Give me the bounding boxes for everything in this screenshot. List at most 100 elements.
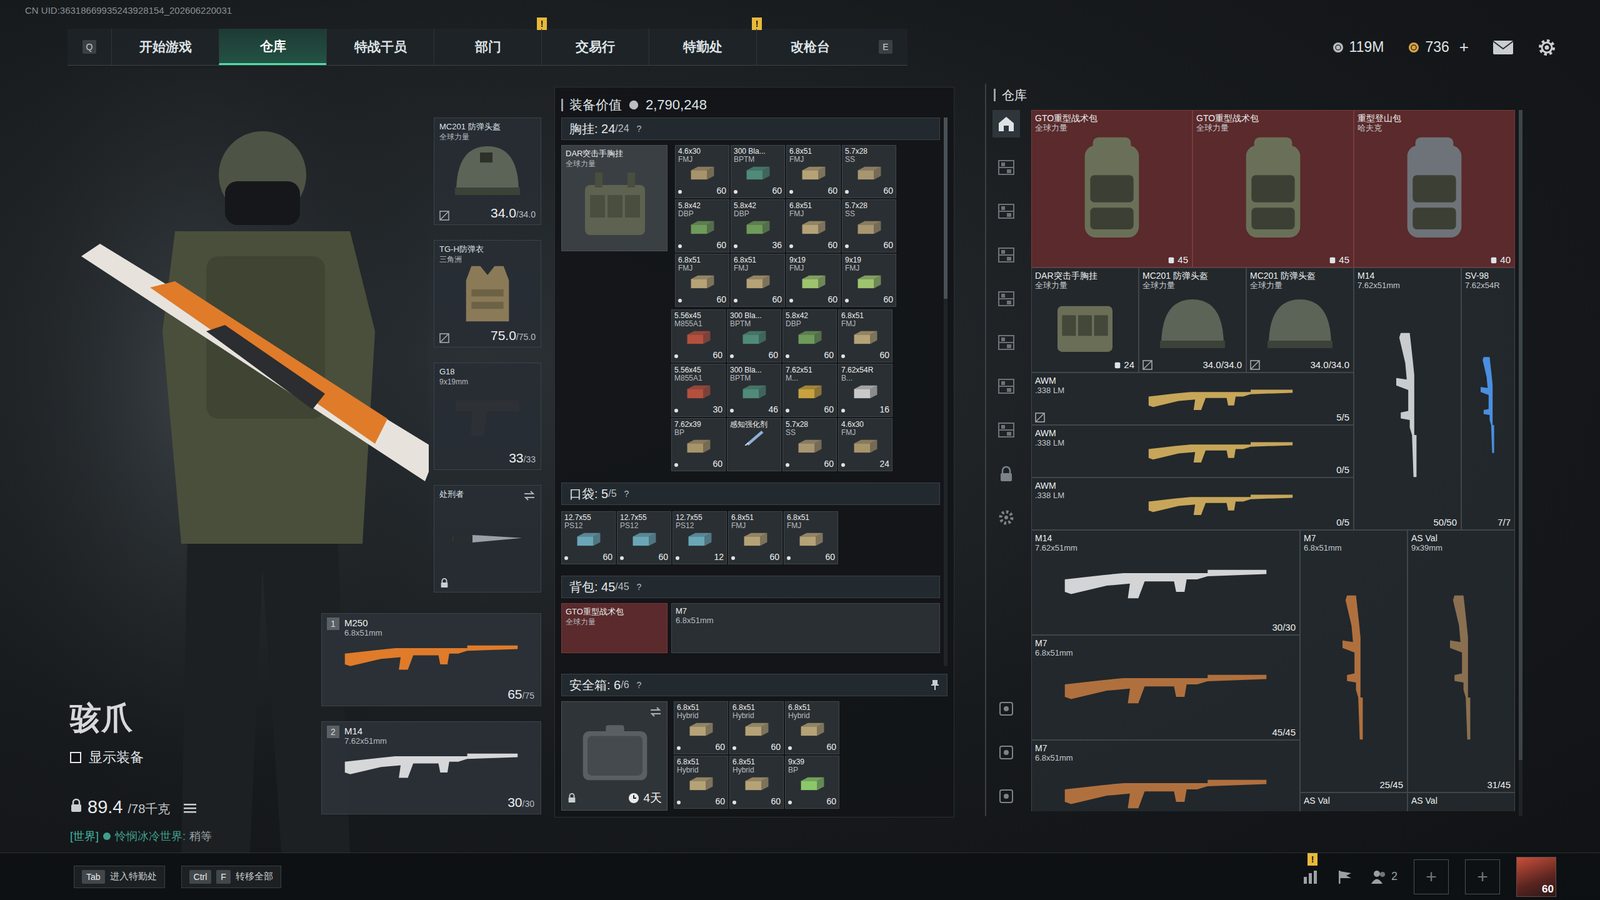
inventory-item[interactable]: 6.8x51Hybrid60 xyxy=(673,755,729,809)
inventory-item[interactable]: 5.7x28SS60 xyxy=(841,145,897,199)
weapon-slot[interactable]: 2M147.62x51mm30/30 xyxy=(321,721,542,815)
player-avatar[interactable]: 60 xyxy=(1516,856,1557,897)
list-icon[interactable] xyxy=(183,803,197,814)
warehouse-item[interactable]: AWM.338 LM5/5 xyxy=(1031,372,1354,425)
inventory-item[interactable]: 5.8x42DBP60 xyxy=(782,309,837,363)
warehouse-item[interactable]: GTO重型战术包全球力量45 xyxy=(1192,110,1354,268)
warehouse-item[interactable]: AS Val xyxy=(1407,792,1515,812)
warehouse-tab[interactable] xyxy=(992,197,1020,225)
mail-icon[interactable] xyxy=(1492,40,1514,55)
warehouse-tool[interactable] xyxy=(992,695,1020,723)
warehouse-tab[interactable] xyxy=(992,416,1020,444)
invite-slot[interactable]: + xyxy=(1465,859,1500,895)
backpack[interactable]: GTO重型战术包全球力量 xyxy=(561,603,668,654)
inventory-item[interactable]: 6.8x51Hybrid60 xyxy=(673,701,729,755)
inventory-item[interactable]: 5.8x42DBP36 xyxy=(730,199,785,253)
backpack-item[interactable]: M76.8x51mm xyxy=(671,603,940,654)
warehouse-item[interactable]: M147.62x51mm50/50 xyxy=(1353,267,1462,530)
prev-tab-key[interactable]: Q xyxy=(82,40,97,54)
warehouse-item[interactable]: AWM.338 LM0/5 xyxy=(1031,425,1354,478)
equipment-slot[interactable]: 处刑者 xyxy=(433,485,542,593)
warehouse-tab[interactable] xyxy=(992,372,1020,400)
warehouse-item[interactable]: M76.8x51mm25/45 xyxy=(1300,530,1408,793)
inventory-item[interactable]: 5.56x45M855A160 xyxy=(671,309,726,363)
weapon-slot[interactable]: 1M2506.8x51mm65/75 xyxy=(321,613,542,707)
social-button[interactable] xyxy=(1336,869,1354,885)
inventory-item[interactable]: 300 Bla...BPTM60 xyxy=(726,309,782,363)
key-hint[interactable]: CtrlF转移全部 xyxy=(181,865,282,889)
warehouse-item[interactable]: M76.8x51mm xyxy=(1031,740,1300,812)
inventory-item[interactable]: 9x19FMJ60 xyxy=(786,253,841,307)
invite-slot[interactable]: + xyxy=(1413,859,1449,895)
social-button[interactable]: ! xyxy=(1302,869,1320,885)
inventory-item[interactable]: 6.8x51FMJ60 xyxy=(783,511,839,565)
nav-tab[interactable]: 特战干员 xyxy=(326,28,434,65)
inventory-item[interactable]: 6.8x51FMJ60 xyxy=(675,253,730,307)
inventory-item[interactable]: 5.8x42DBP60 xyxy=(675,199,730,253)
inventory-item[interactable]: 4.6x30FMJ60 xyxy=(675,145,730,199)
inventory-item[interactable]: 9x19FMJ60 xyxy=(841,253,897,307)
inventory-item[interactable]: 5.56x45M855A130 xyxy=(671,363,726,417)
next-tab-key[interactable]: E xyxy=(878,40,893,54)
swap-icon[interactable] xyxy=(523,490,536,501)
warehouse-item[interactable]: M147.62x51mm30/30 xyxy=(1031,530,1300,635)
equipment-slot[interactable]: G189x19mm33/33 xyxy=(433,362,542,470)
swap-icon[interactable] xyxy=(649,706,662,717)
inventory-item[interactable]: 6.8x51FMJ60 xyxy=(838,309,893,363)
warehouse-item[interactable]: AWM.338 LM0/5 xyxy=(1031,477,1354,530)
nav-tab[interactable]: 仓库 xyxy=(218,28,327,65)
nav-tab[interactable]: 特勤处! xyxy=(648,28,757,65)
inventory-item[interactable]: 6.8x51FMJ60 xyxy=(730,253,785,307)
warehouse-item[interactable]: AS Val9x39mm31/45 xyxy=(1407,530,1515,793)
warehouse-tab[interactable] xyxy=(992,153,1020,182)
inventory-item[interactable]: 9x39BP60 xyxy=(785,755,840,809)
warehouse-item[interactable]: MC201 防弹头盔全球力量34.0/34.0 xyxy=(1246,267,1354,373)
social-button[interactable]: 2 xyxy=(1370,869,1398,885)
inventory-item[interactable]: 300 Bla...BPTM60 xyxy=(730,145,785,199)
add-currency-button[interactable]: + xyxy=(1459,37,1469,57)
inventory-item[interactable]: 7.62x54RB...16 xyxy=(838,363,893,417)
inventory-item[interactable]: 6.8x51FMJ60 xyxy=(728,511,783,565)
chat-line[interactable]: [世界]怜悯冰冷世界:稍等 xyxy=(70,828,322,844)
nav-tab[interactable]: 部门! xyxy=(433,28,542,65)
warehouse-item[interactable]: MC201 防弹头盔全球力量34.0/34.0 xyxy=(1138,267,1247,373)
loadout-list[interactable]: 胸挂: 24/24?DAR突击手胸挂全球力量4.6x30FMJ60300 Bla… xyxy=(561,117,948,667)
equipment-slot[interactable]: TG-H防弹衣三角洲75.0/75.0 xyxy=(433,240,542,348)
safe-box[interactable]: 4天 xyxy=(561,701,668,811)
warehouse-item[interactable]: 重型登山包哈夫克40 xyxy=(1353,110,1515,268)
warehouse-item[interactable]: SV-987.62x54R7/7 xyxy=(1461,267,1515,530)
warehouse-tab[interactable] xyxy=(992,241,1020,269)
warehouse-tab[interactable] xyxy=(992,285,1020,313)
warehouse-tab[interactable] xyxy=(992,460,1020,488)
inventory-item[interactable]: 6.8x51FMJ60 xyxy=(786,145,841,199)
warehouse-item[interactable]: GTO重型战术包全球力量45 xyxy=(1031,110,1193,268)
warehouse-tab[interactable] xyxy=(992,328,1020,357)
inventory-item[interactable]: 6.8x51Hybrid60 xyxy=(729,755,784,809)
inventory-item[interactable]: 7.62x39BP60 xyxy=(671,418,726,472)
checkbox-box[interactable] xyxy=(70,751,82,764)
key-hint[interactable]: Tab进入特勤处 xyxy=(73,865,165,889)
warehouse-tab[interactable] xyxy=(992,110,1020,138)
scrollbar[interactable] xyxy=(943,117,948,667)
inventory-item[interactable]: 感知强化剂 xyxy=(726,418,782,472)
inventory-item[interactable]: 12.7x55PS1260 xyxy=(561,511,616,565)
nav-tab[interactable]: 交易行 xyxy=(541,28,649,65)
inventory-item[interactable]: 6.8x51Hybrid60 xyxy=(785,701,840,755)
inventory-item[interactable]: 12.7x55PS1260 xyxy=(616,511,672,565)
warehouse-item[interactable]: M76.8x51mm45/45 xyxy=(1031,635,1300,740)
warehouse-tool[interactable] xyxy=(992,782,1020,810)
inventory-item[interactable]: 7.62x51M...60 xyxy=(782,363,837,417)
warehouse-tab[interactable] xyxy=(992,503,1020,532)
equipment-slot[interactable]: MC201 防弹头盔全球力量34.0/34.0 xyxy=(433,117,542,225)
scrollbar[interactable] xyxy=(1518,110,1523,817)
inventory-item[interactable]: 4.6x30FMJ24 xyxy=(838,418,893,472)
nav-tab[interactable]: 改枪台 xyxy=(756,28,864,65)
inventory-item[interactable]: 5.7x28SS60 xyxy=(782,418,837,472)
show-gear-checkbox[interactable]: 显示装备 xyxy=(70,748,322,767)
warehouse-tool[interactable] xyxy=(992,738,1020,767)
inventory-item[interactable]: 6.8x51Hybrid60 xyxy=(729,701,784,755)
warehouse-item[interactable]: DAR突击手胸挂全球力量24 xyxy=(1031,267,1139,373)
nav-tab[interactable]: 开始游戏 xyxy=(111,28,219,65)
settings-gear-icon[interactable] xyxy=(1537,38,1557,57)
inventory-item[interactable]: 6.8x51FMJ60 xyxy=(786,199,841,253)
